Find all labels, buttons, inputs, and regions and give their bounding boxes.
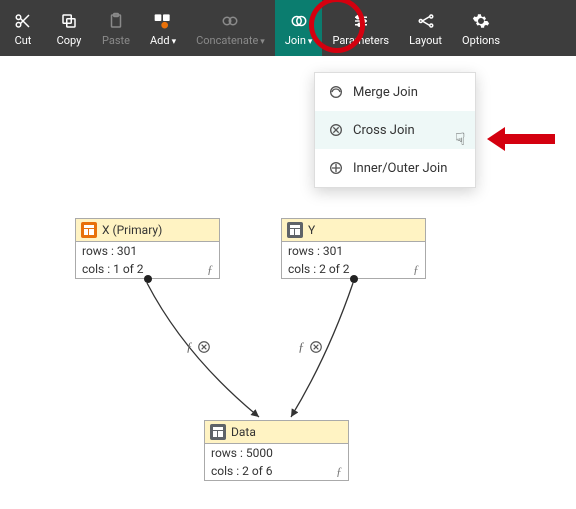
parameters-icon bbox=[350, 10, 372, 32]
cross-join-icon bbox=[327, 121, 345, 139]
parameters-button[interactable]: Parameters bbox=[322, 0, 399, 56]
cut-button[interactable]: Cut bbox=[0, 0, 46, 56]
node-rows: rows : 5000 bbox=[205, 444, 348, 462]
node-cols: cols : 2 of 6ƒ bbox=[205, 462, 348, 480]
node-title: X (Primary) bbox=[102, 223, 162, 237]
paste-icon bbox=[105, 10, 127, 32]
add-button[interactable]: Add▾ bbox=[140, 0, 186, 56]
menu-item-label: Cross Join bbox=[353, 123, 415, 138]
edge-label: ƒ bbox=[186, 339, 211, 355]
node-output-port[interactable] bbox=[350, 275, 358, 283]
node-header: X (Primary) bbox=[76, 219, 219, 242]
parameters-label: Parameters bbox=[332, 34, 389, 47]
function-icon: ƒ bbox=[186, 339, 193, 355]
table-icon bbox=[81, 222, 97, 238]
options-button[interactable]: Options bbox=[452, 0, 510, 56]
table-icon bbox=[287, 222, 303, 238]
copy-button[interactable]: Copy bbox=[46, 0, 92, 56]
node-rows: rows : 301 bbox=[282, 242, 425, 260]
node-data[interactable]: Data rows : 5000 cols : 2 of 6ƒ bbox=[204, 420, 349, 481]
node-output-port[interactable] bbox=[144, 275, 152, 283]
menu-item-cross-join[interactable]: Cross Join bbox=[315, 111, 475, 149]
node-rows: rows : 301 bbox=[76, 242, 219, 260]
concatenate-button: Concatenate▾ bbox=[186, 0, 275, 56]
layout-button[interactable]: Layout bbox=[399, 0, 452, 56]
inner-outer-join-icon bbox=[327, 159, 345, 177]
join-label: Join▾ bbox=[285, 34, 313, 47]
layout-label: Layout bbox=[409, 34, 442, 47]
node-title: Data bbox=[231, 425, 256, 439]
add-label: Add▾ bbox=[150, 34, 176, 47]
options-label: Options bbox=[462, 34, 500, 47]
add-icon bbox=[152, 10, 174, 32]
menu-item-merge-join[interactable]: Merge Join bbox=[315, 73, 475, 111]
paste-label: Paste bbox=[102, 34, 130, 47]
gear-icon bbox=[470, 10, 492, 32]
arrow-annotation bbox=[487, 127, 555, 151]
copy-label: Copy bbox=[57, 34, 82, 47]
concatenate-label: Concatenate▾ bbox=[196, 34, 265, 47]
cut-icon bbox=[12, 10, 34, 32]
table-icon bbox=[210, 424, 226, 440]
cut-label: Cut bbox=[15, 34, 32, 47]
menu-item-label: Inner/Outer Join bbox=[353, 161, 447, 176]
function-icon: ƒ bbox=[298, 339, 305, 355]
paste-button: Paste bbox=[92, 0, 140, 56]
function-icon: ƒ bbox=[336, 464, 342, 479]
graph-canvas[interactable]: ƒ ƒ X (Primary) rows : 301 cols : 1 of 2… bbox=[0, 56, 576, 509]
copy-icon bbox=[58, 10, 80, 32]
node-header: Y bbox=[282, 219, 425, 242]
menu-item-inner-outer-join[interactable]: Inner/Outer Join bbox=[315, 149, 475, 187]
node-header: Data bbox=[205, 421, 348, 444]
function-icon: ƒ bbox=[207, 262, 213, 277]
node-y[interactable]: Y rows : 301 cols : 2 of 2ƒ bbox=[281, 218, 426, 279]
node-x[interactable]: X (Primary) rows : 301 cols : 1 of 2ƒ bbox=[75, 218, 220, 279]
node-title: Y bbox=[308, 223, 315, 237]
menu-item-label: Merge Join bbox=[353, 85, 418, 100]
toolbar: Cut Copy Paste Add▾ Concatenate▾ Join▾ P… bbox=[0, 0, 576, 56]
concatenate-icon bbox=[219, 10, 241, 32]
merge-join-icon bbox=[327, 83, 345, 101]
cross-join-icon bbox=[197, 340, 211, 354]
join-button[interactable]: Join▾ bbox=[275, 0, 323, 56]
join-dropdown: Merge Join Cross Join Inner/Outer Join bbox=[314, 72, 476, 188]
function-icon: ƒ bbox=[413, 262, 419, 277]
join-icon bbox=[288, 10, 310, 32]
edge-label: ƒ bbox=[298, 339, 323, 355]
cross-join-icon bbox=[309, 340, 323, 354]
layout-icon bbox=[415, 10, 437, 32]
